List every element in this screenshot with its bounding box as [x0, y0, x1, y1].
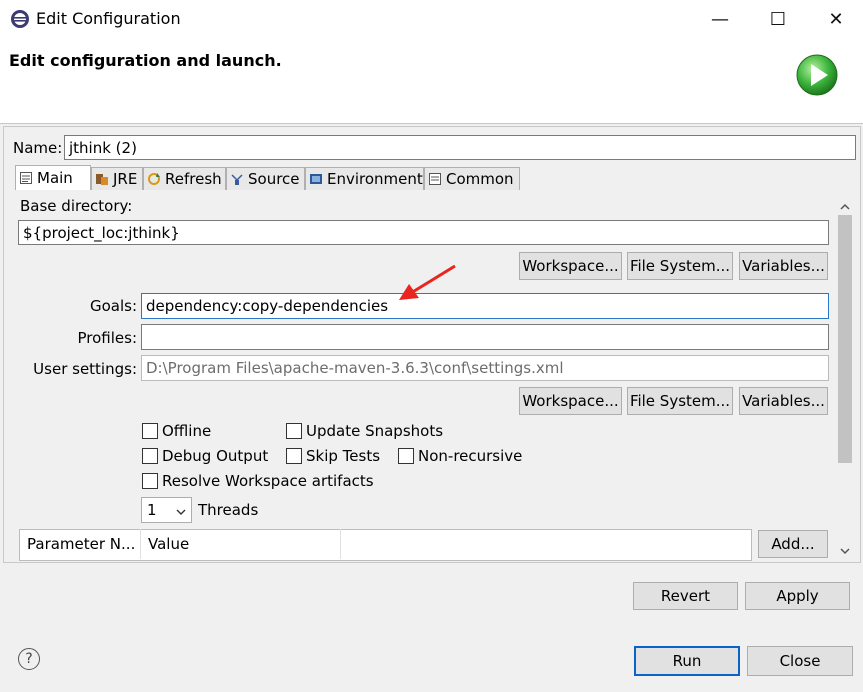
- parameter-name-column[interactable]: Parameter N...: [20, 529, 141, 559]
- base-variables-button[interactable]: Variables...: [739, 252, 828, 280]
- annotation-arrow-icon: [395, 262, 461, 302]
- apply-button[interactable]: Apply: [745, 582, 850, 610]
- close-button[interactable]: Close: [747, 646, 853, 676]
- environment-icon: [309, 172, 323, 186]
- name-label: Name:: [13, 139, 63, 157]
- resolve-workspace-label: Resolve Workspace artifacts: [162, 472, 374, 490]
- offline-label: Offline: [162, 422, 212, 440]
- user-settings-label: User settings:: [33, 360, 137, 378]
- profiles-input[interactable]: [141, 324, 829, 350]
- goals-input[interactable]: dependency:copy-dependencies: [141, 293, 829, 319]
- help-icon[interactable]: ?: [18, 648, 40, 670]
- debug-output-checkbox[interactable]: [142, 448, 158, 464]
- chevron-down-icon: [175, 504, 187, 522]
- settings-file-system-button[interactable]: File System...: [627, 387, 733, 415]
- tab-source-label: Source: [248, 170, 300, 188]
- update-snapshots-checkbox[interactable]: [286, 423, 302, 439]
- close-window-button[interactable]: ✕: [807, 0, 863, 38]
- user-settings-input[interactable]: D:\Program Files\apache-maven-3.6.3\conf…: [141, 355, 829, 381]
- window-title: Edit Configuration: [36, 9, 181, 28]
- name-input[interactable]: jthink (2): [64, 135, 856, 160]
- tab-main-label: Main: [37, 169, 73, 187]
- maximize-button[interactable]: ☐: [749, 0, 807, 38]
- maximize-icon: ☐: [769, 8, 787, 30]
- jre-icon: [95, 172, 109, 186]
- help-glyph: ?: [25, 651, 33, 667]
- minimize-icon: —: [711, 8, 729, 30]
- non-recursive-checkbox[interactable]: [398, 448, 414, 464]
- common-icon: [428, 172, 442, 186]
- tab-refresh-label: Refresh: [165, 170, 222, 188]
- tab-environment[interactable]: Environment: [305, 167, 424, 190]
- threads-value: 1: [147, 501, 157, 519]
- tab-common[interactable]: Common: [424, 167, 520, 190]
- source-icon: [230, 172, 244, 186]
- tab-refresh[interactable]: Refresh: [143, 167, 226, 190]
- offline-checkbox[interactable]: [142, 423, 158, 439]
- tab-common-label: Common: [446, 170, 514, 188]
- tab-jre-label: JRE: [113, 170, 138, 188]
- base-directory-input[interactable]: ${project_loc:jthink}: [18, 220, 829, 245]
- settings-variables-button[interactable]: Variables...: [739, 387, 828, 415]
- scroll-up-icon[interactable]: [838, 199, 852, 211]
- close-icon: ✕: [828, 8, 844, 30]
- add-parameter-button[interactable]: Add...: [758, 530, 828, 558]
- non-recursive-label: Non-recursive: [418, 447, 523, 465]
- threads-select[interactable]: 1: [141, 497, 192, 523]
- threads-label: Threads: [198, 501, 259, 519]
- tab-source[interactable]: Source: [226, 167, 305, 190]
- parameter-value-column[interactable]: Value: [141, 529, 341, 559]
- scrollbar-thumb[interactable]: [838, 215, 852, 463]
- main-tab-icon: [19, 171, 33, 185]
- profiles-label: Profiles:: [77, 329, 137, 347]
- header-title: Edit configuration and launch.: [9, 51, 282, 70]
- tab-main[interactable]: Main: [15, 165, 91, 190]
- run-button[interactable]: Run: [634, 646, 740, 676]
- skip-tests-checkbox[interactable]: [286, 448, 302, 464]
- base-workspace-button[interactable]: Workspace...: [519, 252, 622, 280]
- debug-output-label: Debug Output: [162, 447, 269, 465]
- refresh-icon: [147, 172, 161, 186]
- skip-tests-label: Skip Tests: [306, 447, 381, 465]
- resolve-workspace-checkbox[interactable]: [142, 473, 158, 489]
- goals-label: Goals:: [89, 297, 137, 315]
- tab-jre[interactable]: JRE: [91, 167, 143, 190]
- scroll-down-icon[interactable]: [838, 543, 852, 555]
- settings-workspace-button[interactable]: Workspace...: [519, 387, 622, 415]
- base-directory-label: Base directory:: [20, 197, 133, 215]
- update-snapshots-label: Update Snapshots: [306, 422, 444, 440]
- run-launch-icon: [795, 53, 839, 97]
- revert-button[interactable]: Revert: [633, 582, 738, 610]
- app-icon: [10, 9, 30, 29]
- minimize-button[interactable]: —: [691, 0, 749, 38]
- tab-environment-label: Environment: [327, 170, 423, 188]
- base-file-system-button[interactable]: File System...: [627, 252, 733, 280]
